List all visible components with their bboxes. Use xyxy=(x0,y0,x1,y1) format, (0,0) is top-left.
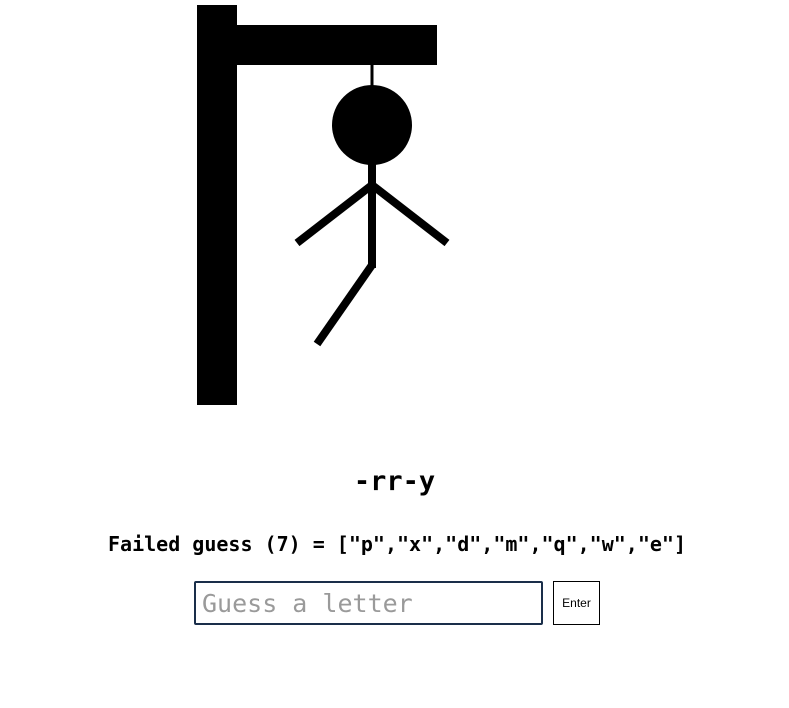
guess-input[interactable] xyxy=(194,581,543,625)
figure-left-leg xyxy=(313,262,376,347)
hangman-game: -rr-y Failed guess (7) = ["p","x","d","m… xyxy=(0,0,789,708)
hangman-drawing xyxy=(197,5,450,405)
figure-head xyxy=(332,85,412,165)
gallows-post xyxy=(197,5,237,405)
figure-left-arm xyxy=(294,181,375,247)
word-display: -rr-y xyxy=(353,466,436,497)
figure-right-arm xyxy=(369,181,450,247)
failed-guesses-text: Failed guess (7) = ["p","x","d","m","q",… xyxy=(108,532,686,556)
gallows-beam xyxy=(237,25,437,65)
enter-button[interactable]: Enter xyxy=(553,581,600,625)
